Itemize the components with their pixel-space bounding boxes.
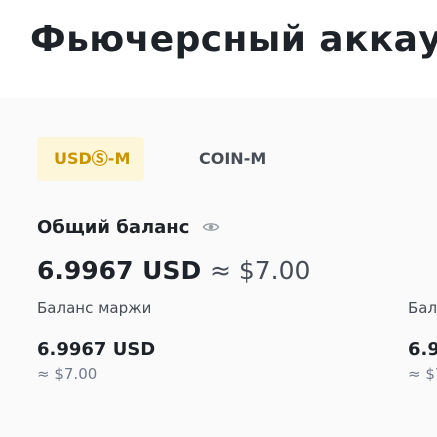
futures-account-page: Фьючерсный аккаунт USDⓈ-M COIN-M Общий б…: [0, 0, 437, 437]
wallet-balance-value: 6.9967 USD: [408, 339, 437, 360]
tab-usds-m[interactable]: USDⓈ-M: [37, 137, 144, 181]
tab-coin-m[interactable]: COIN-M: [199, 137, 266, 181]
wallet-balance-approx: ≈ $7.00: [408, 365, 437, 383]
total-balance-header: Общий баланс: [37, 215, 220, 239]
eye-icon[interactable]: [202, 218, 220, 236]
margin-balance-approx: ≈ $7.00: [37, 365, 98, 383]
wallet-balance-label: Баланс кошелька: [408, 299, 437, 317]
page-header: Фьючерсный аккаунт: [0, 0, 437, 98]
margin-balance-value: 6.9967 USD: [37, 339, 156, 360]
total-balance-amount: 6.9967 USD: [37, 256, 202, 285]
total-balance-approx: ≈ $7.00: [209, 256, 311, 285]
margin-balance-label: Баланс маржи: [37, 299, 152, 317]
page-title: Фьючерсный аккаунт: [30, 19, 437, 60]
total-balance-label: Общий баланс: [37, 216, 190, 238]
total-balance-value: 6.9967 USD ≈ $7.00: [37, 256, 310, 285]
